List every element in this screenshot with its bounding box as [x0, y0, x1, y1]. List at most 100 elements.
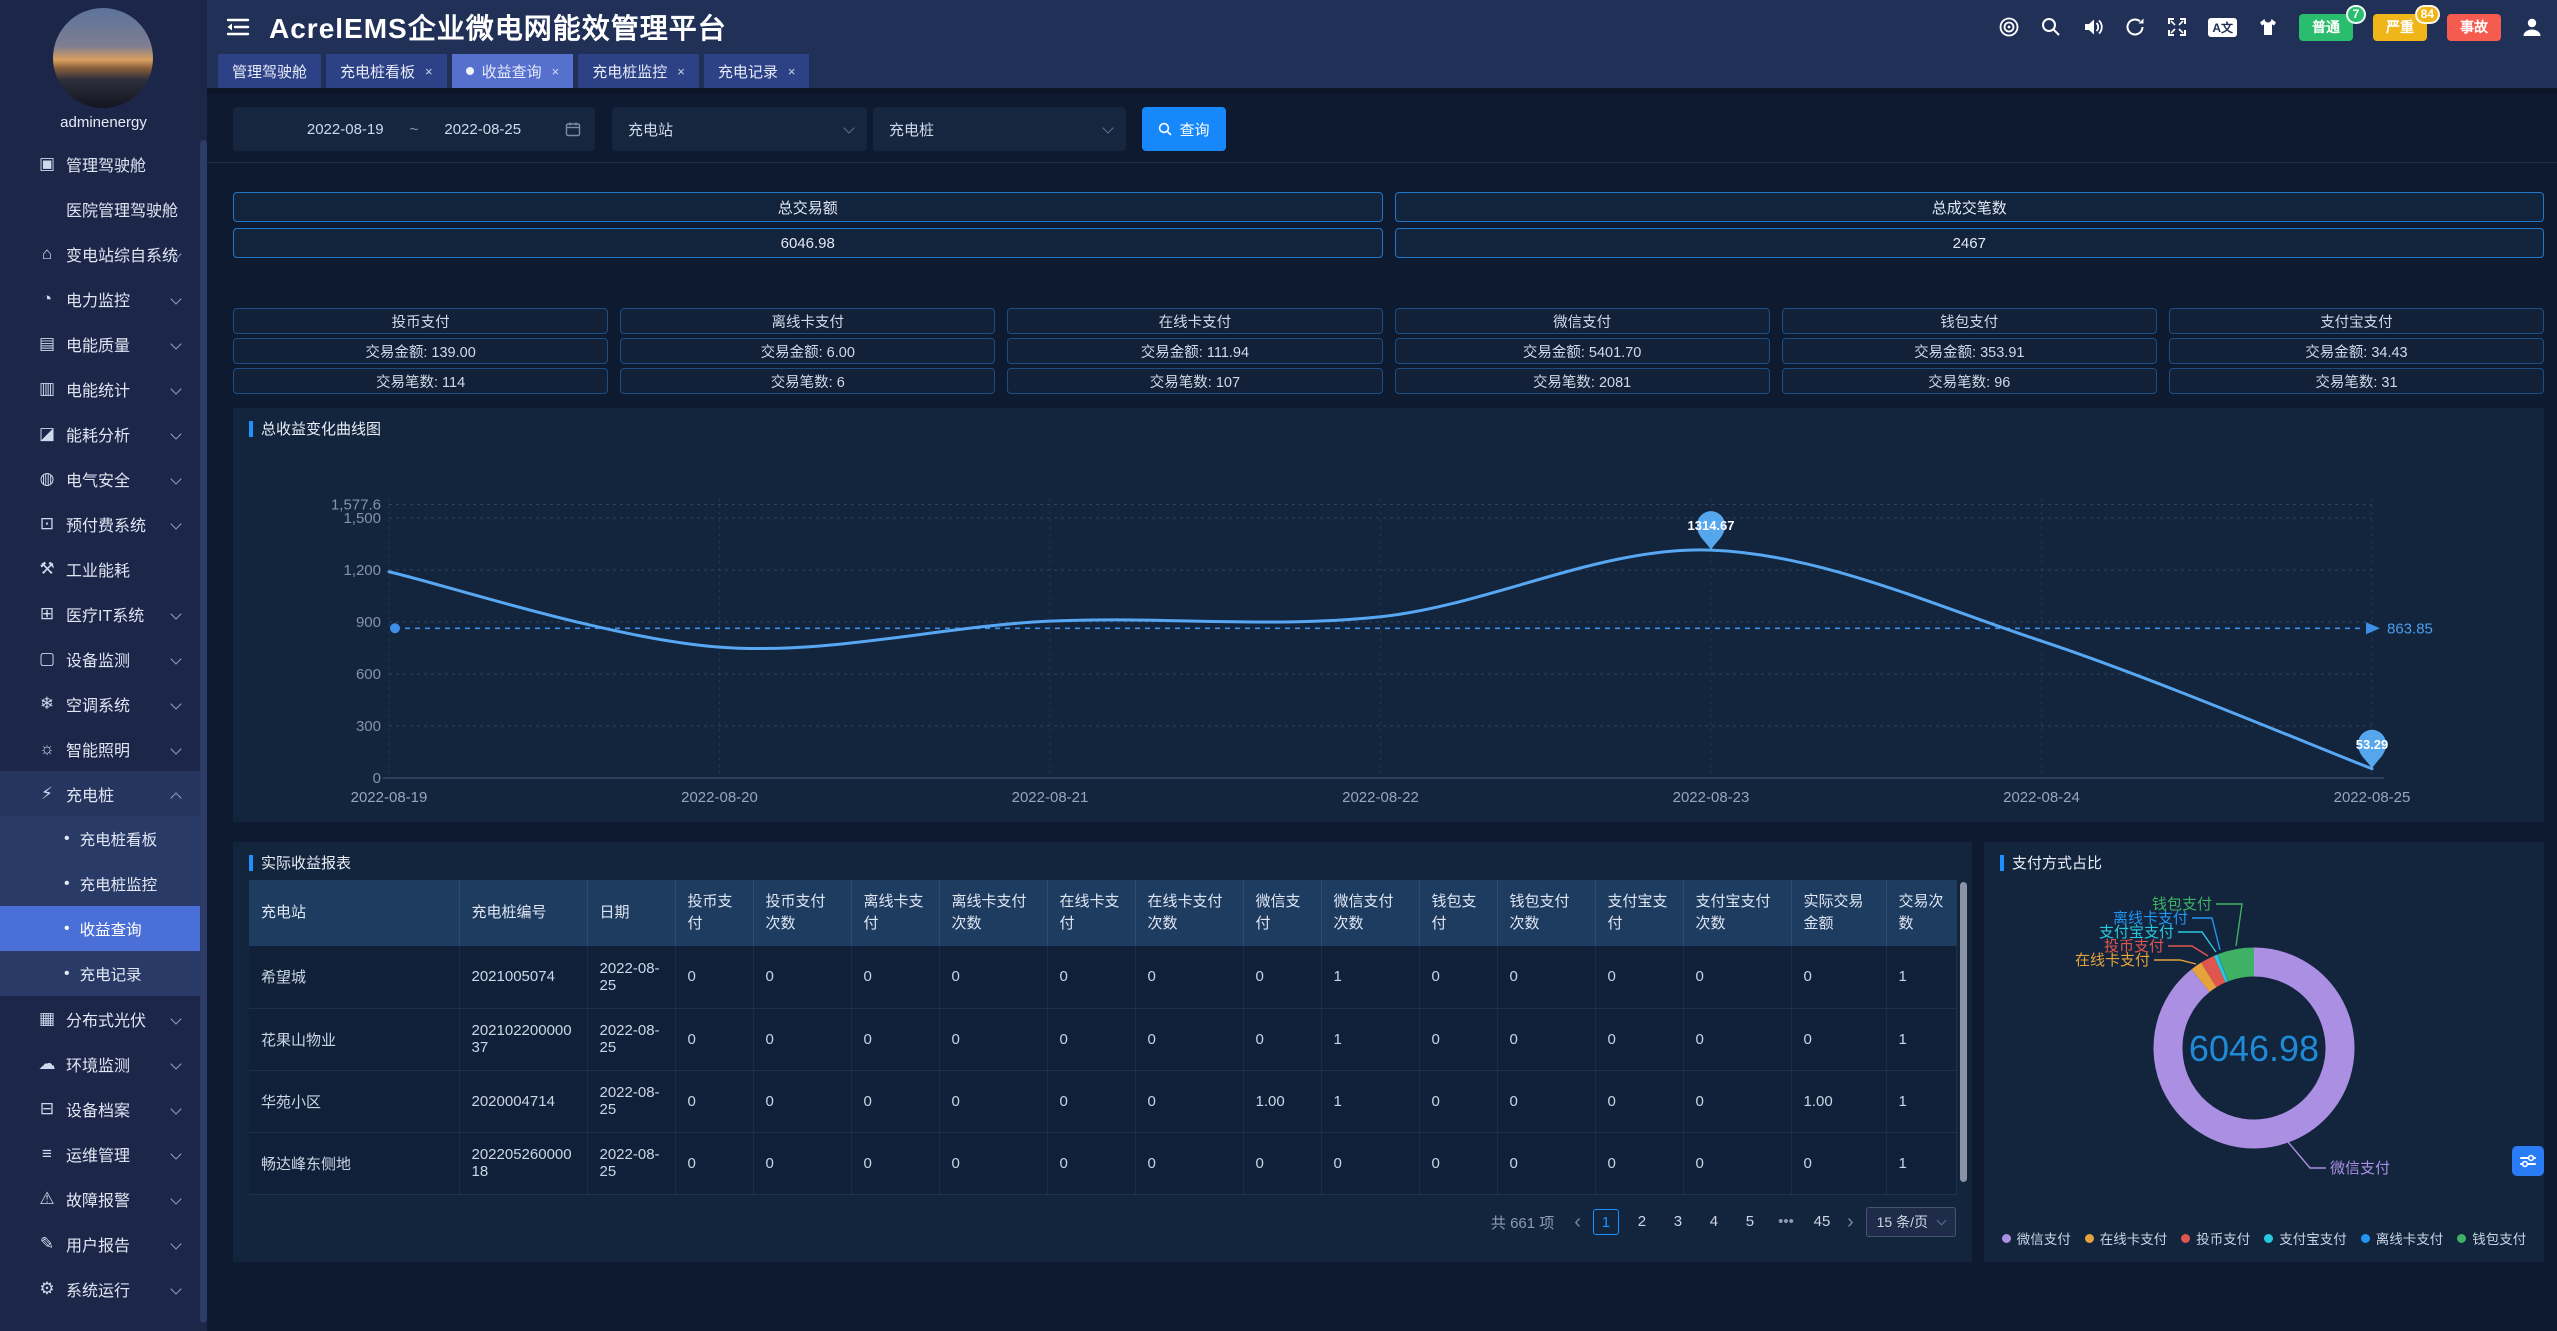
dashboard-icon: ▣: [34, 154, 60, 174]
date-start: 2022-08-19: [307, 121, 384, 138]
sidebar-scrollbar[interactable]: [200, 140, 207, 1323]
sidebar-item-环境监测[interactable]: ☁环境监测: [0, 1041, 200, 1086]
chevron-down-icon: [170, 1283, 181, 1294]
tab-充电桩看板[interactable]: 充电桩看板×: [326, 54, 447, 88]
column-header: 支付宝支付: [1595, 880, 1683, 946]
pagination-page-45[interactable]: 45: [1809, 1209, 1835, 1235]
sidebar-item-管理驾驶舱[interactable]: ▣管理驾驶舱: [0, 141, 200, 186]
page-size-select[interactable]: 15 条/页: [1866, 1207, 1956, 1237]
scrollbar-thumb[interactable]: [1960, 882, 1967, 1182]
sidebar-item-用户报告[interactable]: ✎用户报告: [0, 1221, 200, 1266]
sidebar-item-医院管理驾驶舱[interactable]: 医院管理驾驶舱: [0, 186, 200, 231]
tab-close-icon[interactable]: ×: [788, 64, 796, 79]
sidebar-item-设备监测[interactable]: ▢设备监测: [0, 636, 200, 681]
tab-充电桩监控[interactable]: 充电桩监控×: [578, 54, 699, 88]
sidebar-item-系统运行[interactable]: ⚙系统运行: [0, 1266, 200, 1311]
pagination-page-5[interactable]: 5: [1737, 1209, 1763, 1235]
pagination-page-2[interactable]: 2: [1629, 1209, 1655, 1235]
tab-收益查询[interactable]: 收益查询×: [452, 54, 574, 88]
payment-card-amount: 交易金额: 353.91: [1782, 338, 2157, 364]
tab-管理驾驶舱[interactable]: 管理驾驶舱: [218, 54, 321, 88]
alarm-badge-普通[interactable]: 普通7: [2299, 14, 2353, 41]
sidebar-item-电力监控[interactable]: ◔电力监控: [0, 276, 200, 321]
tab-close-icon[interactable]: ×: [552, 64, 560, 79]
translate-icon[interactable]: A文: [2208, 18, 2237, 37]
sidebar-item-空调系统[interactable]: ❄空调系统: [0, 681, 200, 726]
chevron-down-icon: [170, 1238, 181, 1249]
settings-float-button[interactable]: [2512, 1146, 2544, 1176]
substation-icon: ⌂: [34, 244, 60, 264]
table-cell: 0: [1243, 1132, 1321, 1194]
table-cell: 0: [675, 946, 753, 1008]
search-button[interactable]: 查询: [1142, 107, 1226, 151]
user-icon[interactable]: [2521, 16, 2543, 38]
table-scrollbar[interactable]: [1960, 882, 1967, 1202]
theme-icon[interactable]: [2257, 16, 2279, 38]
legend-item-钱包支付[interactable]: 钱包支付: [2457, 1228, 2526, 1248]
volume-icon[interactable]: [2082, 16, 2104, 38]
legend-item-支付宝支付[interactable]: 支付宝支付: [2264, 1228, 2347, 1248]
payment-card-amount: 交易金额: 5401.70: [1395, 338, 1770, 364]
sidebar-item-label: 电气安全: [66, 467, 130, 491]
payment-card-title: 在线卡支付: [1007, 308, 1382, 334]
sidebar-subitem-充电桩监控[interactable]: •充电桩监控: [0, 861, 200, 906]
tab-close-icon[interactable]: ×: [425, 64, 433, 79]
sidebar-item-label: 运维管理: [66, 1142, 130, 1166]
sidebar-item-智能照明[interactable]: ☼智能照明: [0, 726, 200, 771]
sidebar-item-label: 预付费系统: [66, 512, 146, 536]
sidebar-item-故障报警[interactable]: ⚠故障报警: [0, 1176, 200, 1221]
table-cell: 0: [1243, 1008, 1321, 1070]
legend-item-微信支付[interactable]: 微信支付: [2002, 1228, 2071, 1248]
revenue-line-chart[interactable]: 03006009001,2001,5001,577.62022-08-19202…: [233, 408, 2544, 822]
date-range-input[interactable]: 2022-08-19 ~ 2022-08-25: [233, 107, 595, 151]
payment-share-donut-chart[interactable]: 6046.98钱包支付离线卡支付支付宝支付投币支付在线卡支付微信支付: [1984, 842, 2544, 1212]
table-cell: 0: [1683, 1132, 1791, 1194]
table-cell: 0: [753, 1008, 851, 1070]
sidebar-item-医疗IT系统[interactable]: ⊞医疗IT系统: [0, 591, 200, 636]
sidebar-item-变电站综自系统[interactable]: ⌂变电站综自系统: [0, 231, 200, 276]
sidebar-item-工业能耗[interactable]: ⚒工业能耗: [0, 546, 200, 591]
sidebar-item-电能质量[interactable]: ▤电能质量: [0, 321, 200, 366]
pagination-page-4[interactable]: 4: [1701, 1209, 1727, 1235]
sidebar-subitem-充电桩看板[interactable]: •充电桩看板: [0, 816, 200, 861]
legend-item-在线卡支付[interactable]: 在线卡支付: [2085, 1228, 2168, 1248]
payment-card-title: 微信支付: [1395, 308, 1770, 334]
sidebar-subitem-充电记录[interactable]: •充电记录: [0, 951, 200, 996]
tab-close-icon[interactable]: ×: [677, 64, 685, 79]
pagination-page-3[interactable]: 3: [1665, 1209, 1691, 1235]
sidebar-item-电能统计[interactable]: ▥电能统计: [0, 366, 200, 411]
sidebar-item-设备档案[interactable]: ⊟设备档案: [0, 1086, 200, 1131]
alarm-badge-事故[interactable]: 事故: [2447, 14, 2501, 41]
system-run-icon: ⚙: [34, 1279, 60, 1299]
sidebar-item-预付费系统[interactable]: ⊡预付费系统: [0, 501, 200, 546]
pagination-next[interactable]: ›: [1845, 1211, 1856, 1234]
fault-alarm-icon: ⚠: [34, 1189, 60, 1209]
pagination-prev[interactable]: ‹: [1572, 1211, 1583, 1234]
tab-充电记录[interactable]: 充电记录×: [704, 54, 810, 88]
power-quality-icon: ▤: [34, 334, 60, 354]
bullet-icon: •: [64, 965, 70, 983]
table-cell: 0: [1791, 1132, 1886, 1194]
sidebar-item-分布式光伏[interactable]: ▦分布式光伏: [0, 996, 200, 1041]
target-icon[interactable]: [1998, 16, 2020, 38]
avatar[interactable]: [53, 8, 153, 108]
pile-select[interactable]: 充电桩: [873, 107, 1126, 151]
legend-item-投币支付[interactable]: 投币支付: [2181, 1228, 2250, 1248]
sidebar-item-能耗分析[interactable]: ◪能耗分析: [0, 411, 200, 456]
sidebar-item-label: 电能统计: [66, 377, 130, 401]
station-select[interactable]: 充电站: [612, 107, 867, 151]
pagination-page-1[interactable]: 1: [1593, 1209, 1619, 1235]
energy-analysis-icon: ◪: [34, 424, 60, 444]
sidebar-item-充电桩[interactable]: ⚡充电桩: [0, 771, 200, 816]
sidebar-group-充电桩: ⚡充电桩•充电桩看板•充电桩监控•收益查询•充电记录: [0, 771, 200, 996]
sidebar-subitem-收益查询[interactable]: •收益查询: [0, 906, 200, 951]
refresh-icon[interactable]: [2124, 16, 2146, 38]
legend-item-离线卡支付[interactable]: 离线卡支付: [2361, 1228, 2444, 1248]
fullscreen-icon[interactable]: [2166, 16, 2188, 38]
search-icon[interactable]: [2040, 16, 2062, 38]
table-cell: 花果山物业: [249, 1008, 459, 1070]
sidebar-item-运维管理[interactable]: ≡运维管理: [0, 1131, 200, 1176]
menu-fold-icon[interactable]: [225, 14, 251, 40]
alarm-badge-严重[interactable]: 严重84: [2373, 14, 2427, 41]
sidebar-item-电气安全[interactable]: ◍电气安全: [0, 456, 200, 501]
